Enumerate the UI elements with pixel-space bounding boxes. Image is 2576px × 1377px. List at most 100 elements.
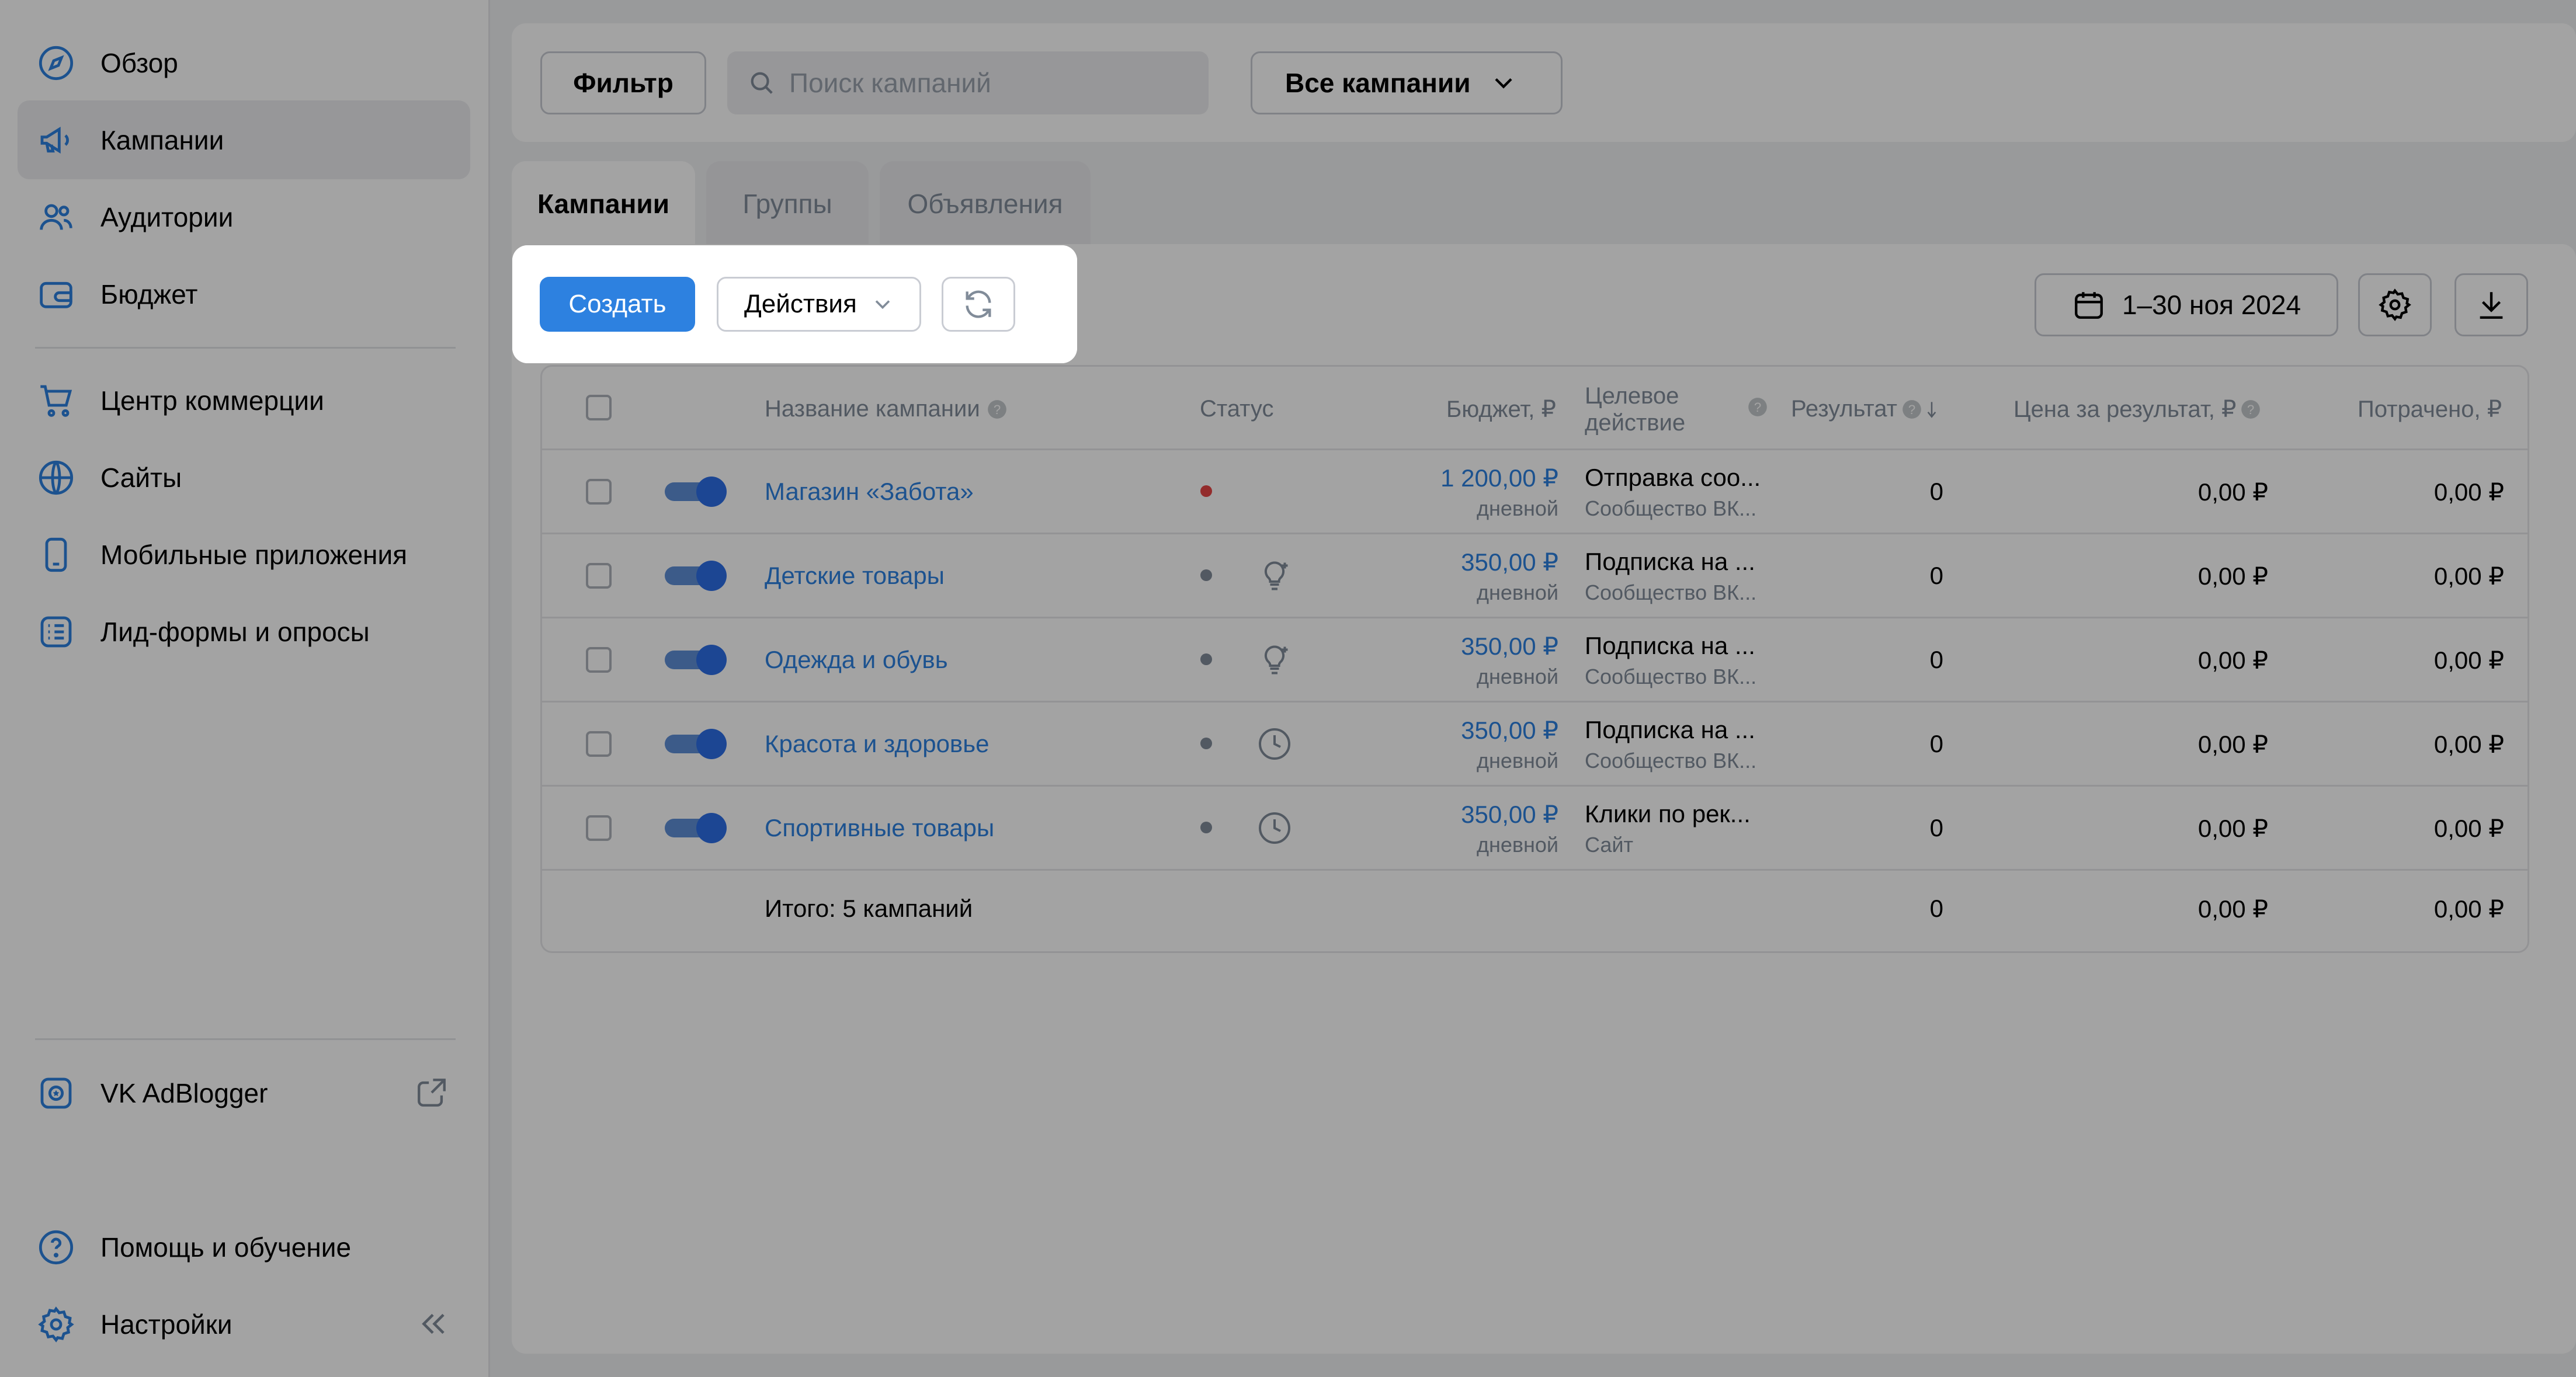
lightbulb-icon[interactable]	[1257, 558, 1292, 593]
help-icon[interactable]: ?	[1747, 396, 1769, 418]
refresh-button[interactable]	[942, 277, 1015, 332]
users-icon	[35, 196, 77, 238]
row-divider	[540, 869, 2528, 871]
campaign-name-link[interactable]: Одежда и обувь	[765, 646, 948, 674]
header-spent[interactable]: Потрачено, ₽	[2358, 396, 2502, 423]
status-dot	[1200, 822, 1212, 833]
budget-type: дневной	[1476, 833, 1558, 857]
target-action-source: Сообщество ВК...	[1585, 749, 1757, 773]
tab-campaigns[interactable]: Кампании	[512, 161, 695, 246]
sidebar-item-label: VK AdBlogger	[100, 1077, 268, 1108]
spent-value: 0,00 ₽	[2433, 478, 2504, 506]
filter-button[interactable]: Фильтр	[540, 51, 706, 114]
budget-value[interactable]: 1 200,00 ₽	[1440, 464, 1558, 492]
campaign-name-link[interactable]: Красота и здоровье	[765, 730, 989, 758]
row-checkbox[interactable]	[586, 563, 612, 589]
header-budget[interactable]: Бюджет, ₽	[1446, 396, 1556, 423]
target-action: Отправка соо...	[1585, 464, 1761, 491]
sidebar-item-label: Центр коммерции	[100, 385, 324, 416]
campaign-toggle[interactable]	[665, 645, 727, 675]
campaigns-select-value: Все кампании	[1285, 68, 1471, 98]
campaign-toggle[interactable]	[665, 477, 727, 507]
sidebar-item-campaigns[interactable]: Кампании	[18, 100, 470, 179]
header-status[interactable]: Статус	[1200, 396, 1273, 422]
row-checkbox[interactable]	[586, 479, 612, 505]
sidebar-item-help[interactable]: Помощь и обучение	[18, 1208, 470, 1286]
sidebar-item-mobile-apps[interactable]: Мобильные приложения	[18, 515, 470, 594]
campaigns-select[interactable]: Все кампании	[1251, 51, 1563, 114]
help-icon[interactable]: ?	[1901, 398, 1923, 420]
sidebar-item-settings[interactable]: Настройки	[18, 1285, 470, 1364]
budget-value[interactable]: 350,00 ₽	[1461, 716, 1558, 745]
clock-icon[interactable]	[1257, 726, 1292, 761]
target-action: Клики по рек...	[1585, 800, 1751, 827]
campaign-name-link[interactable]: Детские товары	[765, 562, 945, 590]
download-icon	[2474, 288, 2508, 322]
budget-value[interactable]: 350,00 ₽	[1461, 548, 1558, 576]
sidebar-item-label: Лид-формы и опросы	[100, 616, 370, 647]
chevron-down-icon	[870, 291, 895, 317]
result-value: 0	[1929, 730, 1943, 757]
sidebar: Обзор Кампании Аудитории Бюджет Центр ко…	[0, 0, 490, 1377]
external-link-icon[interactable]	[415, 1076, 449, 1110]
total-price: 0,00 ₽	[2197, 895, 2268, 923]
sidebar-item-budget[interactable]: Бюджет	[18, 255, 470, 333]
row-checkbox[interactable]	[586, 647, 612, 673]
row-checkbox[interactable]	[586, 731, 612, 757]
sidebar-item-label: Кампании	[100, 124, 224, 155]
download-button[interactable]	[2455, 273, 2528, 336]
chevron-down-icon	[1488, 68, 1519, 98]
status-dot	[1200, 653, 1212, 665]
sort-desc-icon[interactable]	[1923, 398, 1940, 420]
header-price[interactable]: Цена за результат, ₽ ?	[2013, 396, 2262, 423]
actions-dropdown[interactable]: Действия	[717, 277, 921, 332]
gear-icon	[35, 1303, 77, 1345]
header-name[interactable]: Название кампании ?	[765, 396, 1008, 422]
budget-value[interactable]: 350,00 ₽	[1461, 632, 1558, 660]
clock-icon[interactable]	[1257, 811, 1292, 846]
create-button[interactable]: Создать	[540, 277, 695, 332]
search-input[interactable]: Поиск кампаний	[727, 51, 1209, 114]
gear-icon	[2378, 288, 2412, 322]
row-divider	[540, 533, 2528, 534]
sidebar-item-overview[interactable]: Обзор	[18, 23, 470, 102]
sidebar-item-label: Помощь и обучение	[100, 1232, 352, 1263]
row-checkbox[interactable]	[586, 815, 612, 841]
sidebar-item-lead-forms[interactable]: Лид-формы и опросы	[18, 592, 470, 671]
campaign-name-link[interactable]: Магазин «Забота»	[765, 478, 974, 506]
sidebar-item-label: Обзор	[100, 47, 178, 78]
tab-ads[interactable]: Объявления	[880, 161, 1091, 246]
adblogger-icon	[35, 1072, 77, 1114]
target-action-source: Сообщество ВК...	[1585, 496, 1757, 520]
status-dot	[1200, 738, 1212, 749]
header-result[interactable]: Результат ?	[1791, 396, 1940, 422]
target-action: Подписка на ...	[1585, 548, 1755, 575]
search-icon	[748, 69, 775, 96]
help-icon[interactable]: ?	[2240, 398, 2262, 420]
megaphone-icon	[35, 119, 77, 161]
tab-groups[interactable]: Группы	[706, 161, 869, 246]
campaign-toggle[interactable]	[665, 813, 727, 843]
sidebar-item-adblogger[interactable]: VK AdBlogger	[18, 1053, 470, 1132]
campaign-name-link[interactable]: Спортивные товары	[765, 814, 994, 842]
sidebar-item-label: Бюджет	[100, 279, 198, 310]
header-target-action[interactable]: Целевое действие	[1585, 382, 1685, 436]
sidebar-item-audiences[interactable]: Аудитории	[18, 178, 470, 256]
spent-value: 0,00 ₽	[2433, 815, 2504, 842]
price-value: 0,00 ₽	[2197, 731, 2268, 758]
campaign-toggle[interactable]	[665, 561, 727, 591]
column-settings-button[interactable]	[2358, 273, 2432, 336]
chevrons-left-icon[interactable]	[415, 1306, 451, 1342]
calendar-icon	[2072, 288, 2106, 322]
svg-text:?: ?	[994, 402, 1001, 416]
campaign-toggle[interactable]	[665, 729, 727, 759]
result-value: 0	[1929, 478, 1943, 505]
budget-value[interactable]: 350,00 ₽	[1461, 800, 1558, 829]
help-icon[interactable]: ?	[986, 398, 1008, 420]
sidebar-item-sites[interactable]: Сайты	[18, 438, 470, 517]
sidebar-item-commerce[interactable]: Центр коммерции	[18, 361, 470, 440]
date-range-picker[interactable]: 1–30 ноя 2024	[2035, 273, 2338, 336]
lightbulb-icon[interactable]	[1257, 642, 1292, 677]
cart-icon	[35, 380, 77, 422]
select-all-checkbox[interactable]	[586, 395, 612, 420]
